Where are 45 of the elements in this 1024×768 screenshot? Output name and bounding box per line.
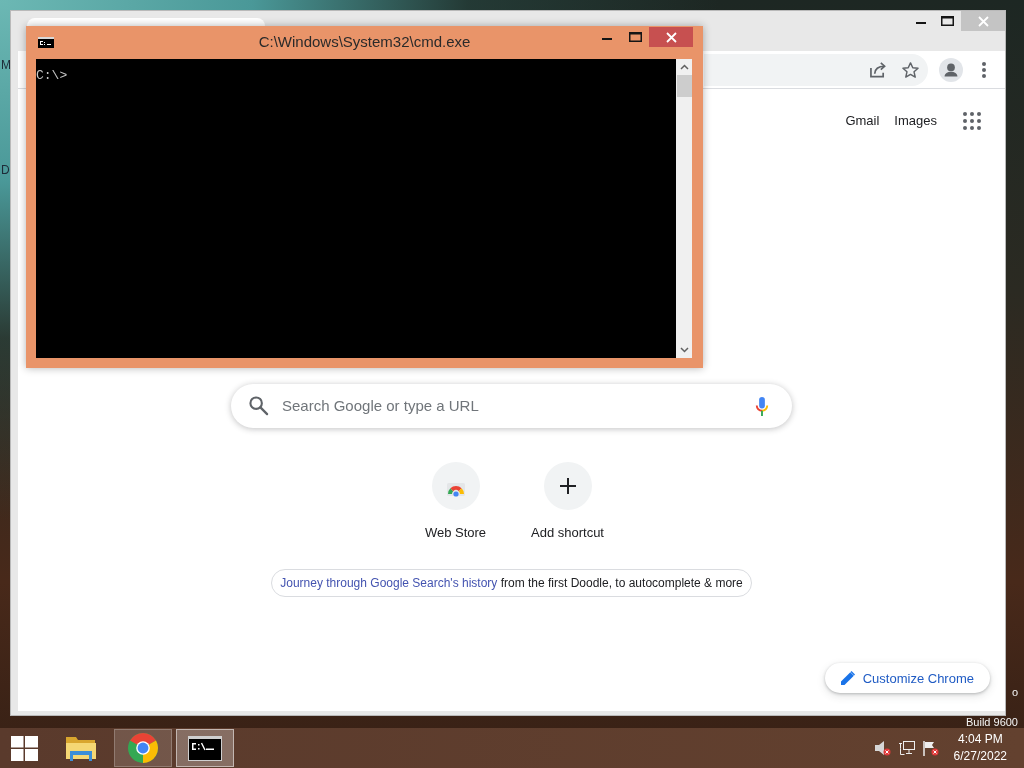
clock-time[interactable]: 4:04 PM	[957, 731, 1003, 748]
pencil-icon	[840, 671, 855, 685]
search-icon	[249, 396, 269, 416]
apps-grid-icon[interactable]	[963, 112, 981, 130]
history-link[interactable]: Journey through Google Search's history	[280, 576, 498, 590]
microphone-icon[interactable]	[755, 395, 769, 417]
network-icon[interactable]	[897, 740, 915, 756]
caret-down-icon[interactable]	[679, 347, 689, 353]
caret-up-icon[interactable]	[679, 64, 689, 70]
folder-icon	[65, 734, 97, 762]
shortcut-link[interactable]: Add shortcut	[511, 462, 624, 542]
minimize-icon	[602, 38, 612, 40]
menu-icon[interactable]	[982, 61, 986, 78]
console-line: C:\>	[36, 68, 68, 83]
four-squares-icon	[10, 735, 38, 761]
flag-icon[interactable]	[921, 740, 939, 756]
header-link[interactable]: Images	[894, 113, 937, 129]
taskbar-button[interactable]	[176, 729, 234, 767]
promo-text: Journey through Google Search's history from the first Doodle, to autocomplete & more	[280, 575, 743, 591]
minimize-icon	[915, 22, 926, 24]
system-info-text: Build 9600	[966, 716, 1018, 728]
close-icon	[977, 15, 989, 27]
window-title: C:\Windows\System32\cmd.exe	[258, 33, 471, 51]
search-input[interactable]: Search Google or type a URL	[282, 396, 743, 416]
close-button[interactable]	[649, 27, 693, 47]
avatar-icon[interactable]	[939, 57, 963, 82]
desktop-icon-label[interactable]: D	[1, 163, 10, 177]
share-icon[interactable]	[870, 61, 886, 78]
terminal-icon	[38, 37, 54, 48]
maximize-icon	[628, 32, 642, 42]
scrollbar-thumb[interactable]	[676, 75, 692, 97]
close-icon	[665, 31, 677, 43]
shortcut-link[interactable]: Web Store	[399, 462, 512, 542]
customize-button[interactable]: Customize Chrome	[824, 663, 990, 693]
star-icon[interactable]	[902, 61, 919, 78]
maximize-icon	[941, 16, 954, 26]
desktop-icon-label[interactable]: M	[1, 58, 11, 72]
header-link[interactable]: Gmail	[845, 113, 880, 129]
speaker-muted-icon[interactable]	[873, 740, 891, 756]
clock-date[interactable]: 6/27/2022	[953, 748, 1007, 765]
terminal-icon	[188, 735, 222, 761]
plus-icon	[543, 462, 592, 510]
browser-icon	[128, 733, 158, 763]
system-info-text: o	[1011, 686, 1018, 698]
web-store-icon	[431, 462, 480, 510]
